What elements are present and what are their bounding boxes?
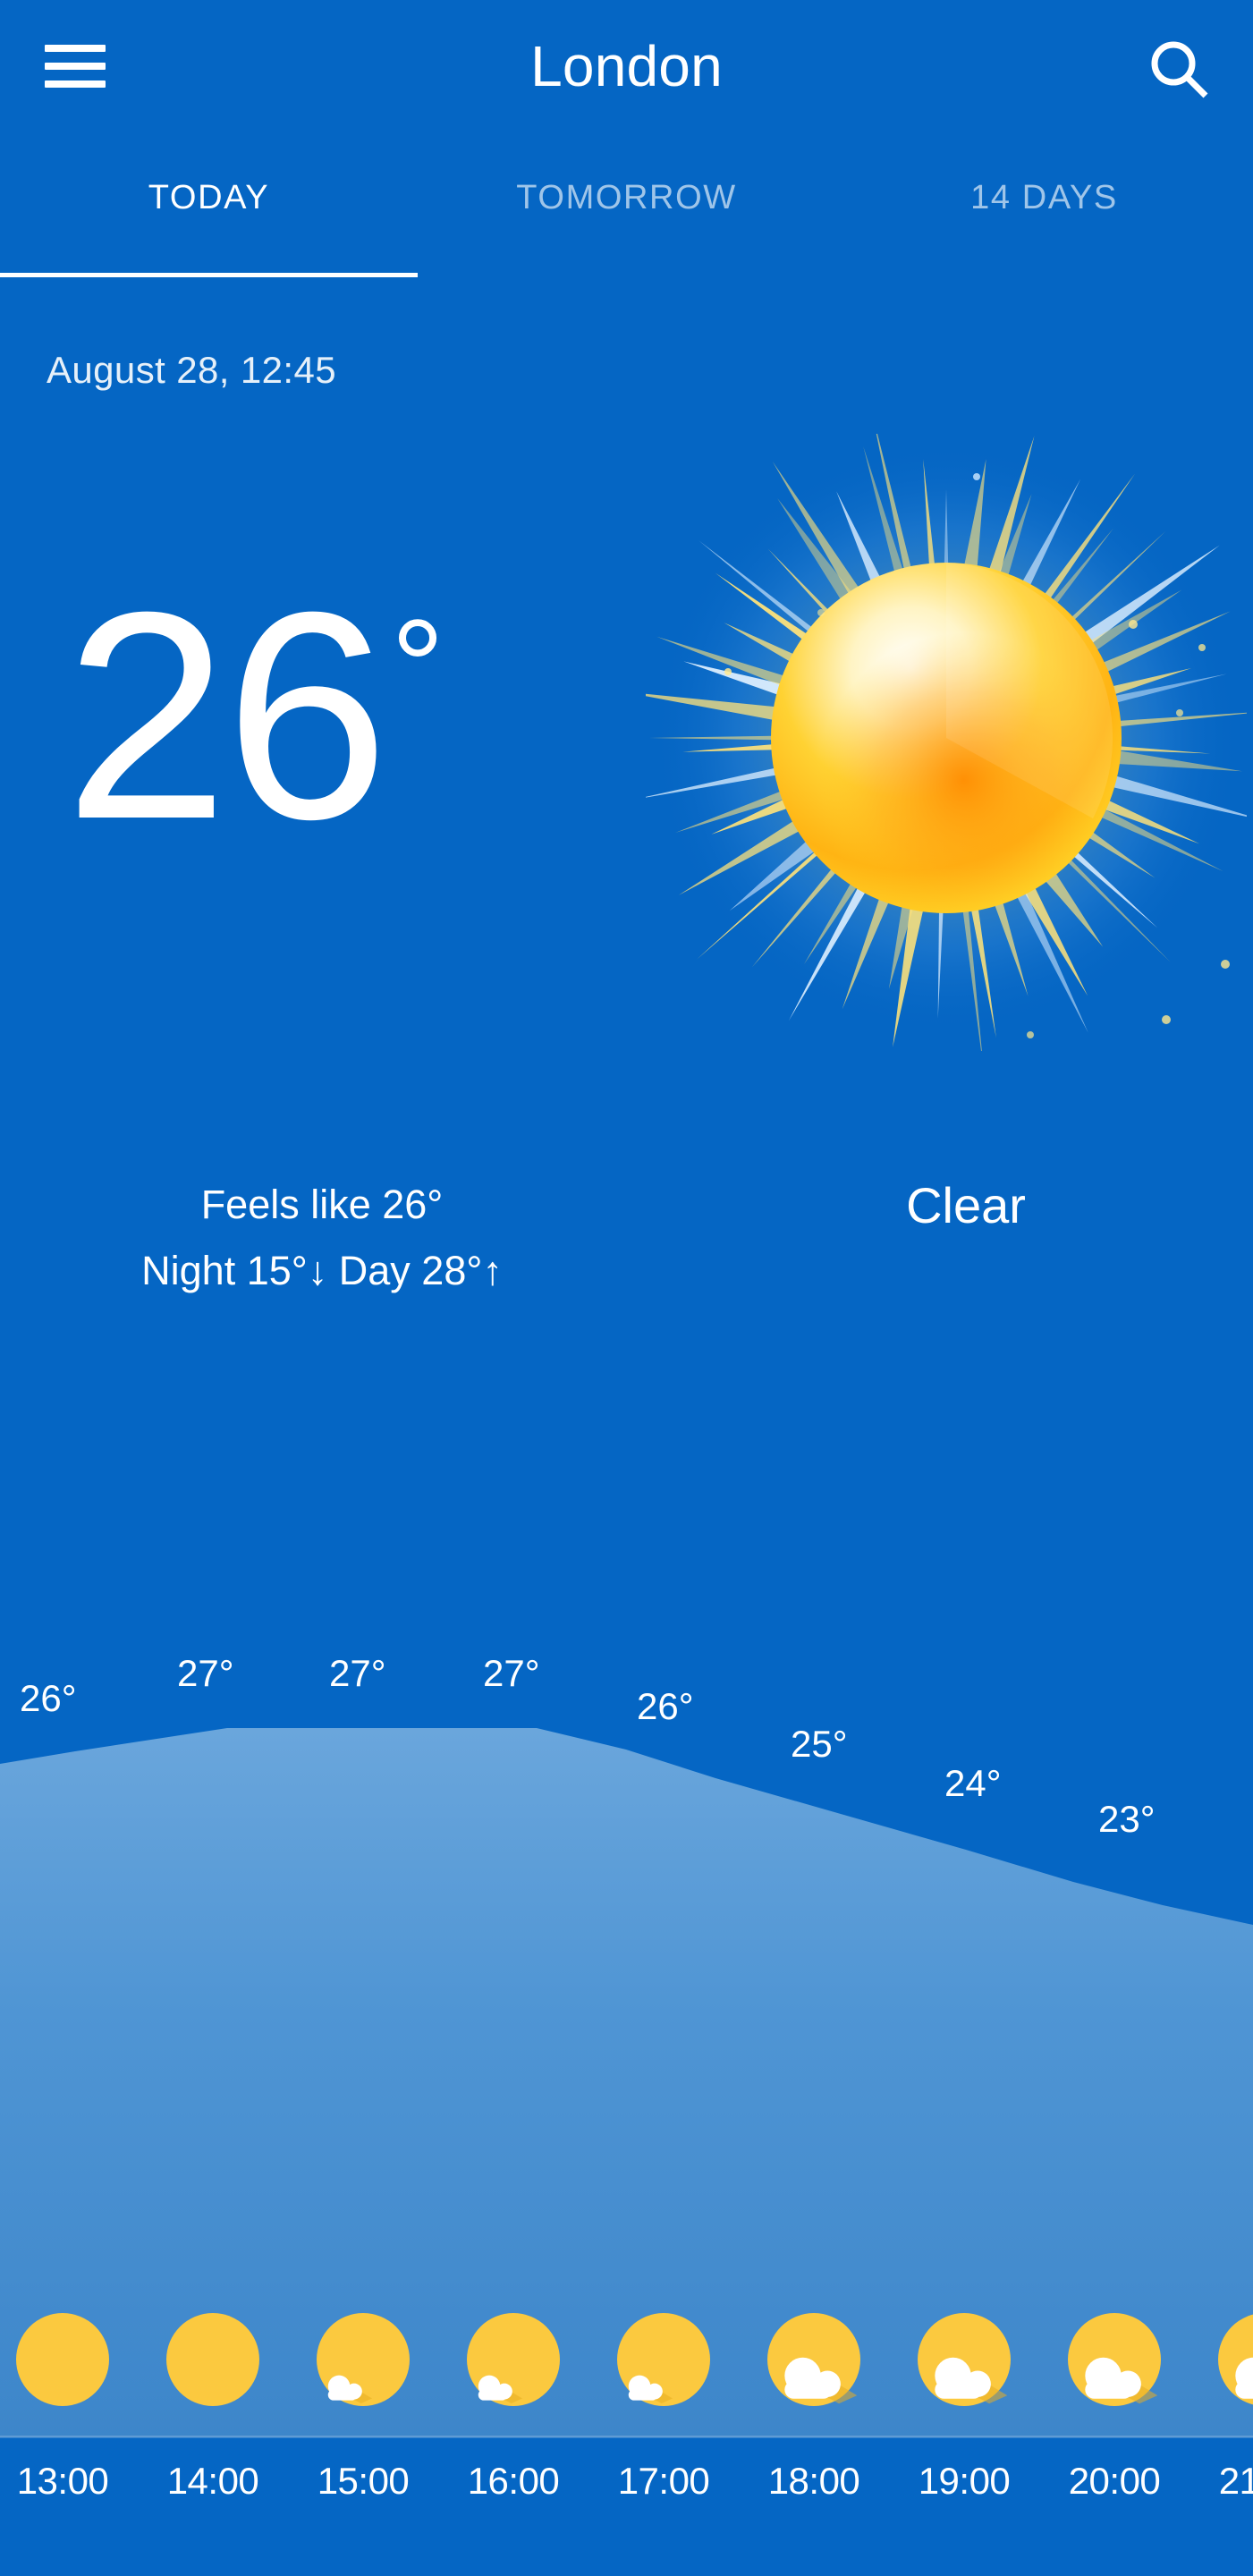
graph-temp-label: 27° [329, 1652, 386, 1694]
hourly-forecast-time: 20:00 [1068, 2460, 1161, 2502]
current-temperature-value: 26 [64, 550, 389, 880]
tab-14-days[interactable]: 14 DAYS [835, 152, 1253, 277]
tab-today[interactable]: TODAY [0, 152, 418, 277]
hourly-forecast-item[interactable]: 13:00 [0, 2308, 138, 2576]
graph-temp-label: 26° [20, 1677, 77, 1719]
hourly-forecast-item[interactable]: 21:00 [1190, 2308, 1253, 2576]
page-title: London [530, 34, 723, 98]
sun-clear-glyph [619, 410, 1253, 1073]
tab-today-underline [0, 273, 418, 277]
feels-like-block: Feels like 26° Night 15°↓ Day 28°↑ [0, 1172, 644, 1304]
condition-label: Clear [906, 1177, 1026, 1233]
sun-cloud-icon-glyph [918, 2313, 1011, 2406]
graph-temp-label: 24° [944, 1762, 1002, 1804]
sun-small-cloud-icon-glyph [617, 2313, 710, 2406]
hourly-forecast-time: 19:00 [918, 2460, 1011, 2502]
sun-clear-icon-glyph [16, 2313, 109, 2406]
sun-small-cloud-icon [607, 2308, 720, 2420]
graph-temp-label: 27° [483, 1652, 540, 1694]
tab-14-days-underline [835, 273, 1253, 277]
hourly-forecast-item[interactable]: 20:00 [1039, 2308, 1190, 2576]
hourly-forecast-item[interactable]: 14:00 [138, 2308, 288, 2576]
hourly-forecast-time: 15:00 [317, 2460, 410, 2502]
tab-tomorrow-label: TOMORROW [516, 179, 737, 216]
search-glyph [1151, 41, 1208, 98]
tab-today-label: TODAY [148, 179, 270, 216]
top-app-bar: London [0, 0, 1253, 143]
sun-clear-icon-glyph [166, 2313, 259, 2406]
tab-tomorrow[interactable]: TOMORROW [418, 152, 835, 277]
hourly-forecast-item[interactable]: 17:00 [588, 2308, 739, 2576]
sun-disc [166, 2313, 259, 2406]
sun-disc [16, 2313, 109, 2406]
sun-small-cloud-icon-glyph [467, 2313, 560, 2406]
sun-small-cloud-icon [307, 2308, 419, 2420]
sun-cloud-icon-glyph [1218, 2314, 1253, 2405]
tab-tomorrow-underline [418, 273, 835, 277]
sun-small-cloud-icon [457, 2308, 570, 2420]
tab-bar: TODAY TOMORROW 14 DAYS [0, 152, 1253, 277]
tab-14-days-label: 14 DAYS [970, 179, 1118, 216]
sun-clear-icon [619, 410, 1253, 1073]
hourly-forecast-time: 21:00 [1218, 2460, 1253, 2502]
hourly-forecast-row[interactable]: 13:00 14:00 15:00 16:00 17:00 18:00 19:00 20:00… [0, 2308, 1253, 2576]
current-datetime: August 28, 12:45 [47, 349, 336, 391]
sun-clear-icon [157, 2308, 269, 2420]
current-temperature: 26 ° [64, 550, 445, 880]
graph-temp-label: 25° [791, 1723, 848, 1765]
hourly-forecast-item[interactable]: 15:00 [288, 2308, 438, 2576]
hourly-forecast-time: 16:00 [467, 2460, 560, 2502]
hourly-forecast-time: 13:00 [16, 2460, 109, 2502]
graph-temp-label: 23° [1098, 1798, 1156, 1840]
hourly-forecast-item[interactable]: 18:00 [739, 2308, 889, 2576]
night-day-text: Night 15°↓ Day 28°↑ [141, 1248, 503, 1293]
sun-cloud-icon [908, 2308, 1020, 2420]
current-temperature-degree: ° [391, 591, 445, 741]
sun-cloud-icon-glyph [1068, 2313, 1161, 2406]
sun-cloud-icon-glyph [767, 2313, 860, 2406]
graph-temp-label: 27° [177, 1652, 234, 1694]
sun-cloud-icon [1058, 2308, 1171, 2420]
hourly-forecast-time: 18:00 [767, 2460, 860, 2502]
sun-cloud-icon [758, 2308, 870, 2420]
hourly-forecast-time: 14:00 [166, 2460, 259, 2502]
hourly-forecast-time: 17:00 [617, 2460, 710, 2502]
sun-small-cloud-icon-glyph [317, 2313, 410, 2406]
hourly-forecast-item[interactable]: 19:00 [889, 2308, 1039, 2576]
weather-app-screen: London TODAY TOMORROW 14 DAYS August 28,… [0, 0, 1253, 2576]
feels-like-text: Feels like 26° [200, 1182, 444, 1227]
sun-cloud-icon [1208, 2308, 1253, 2420]
graph-temp-label: 26° [637, 1685, 694, 1727]
sun-clear-icon [6, 2308, 119, 2420]
search-icon[interactable] [1146, 36, 1214, 104]
hourly-forecast-item[interactable]: 16:00 [438, 2308, 588, 2576]
